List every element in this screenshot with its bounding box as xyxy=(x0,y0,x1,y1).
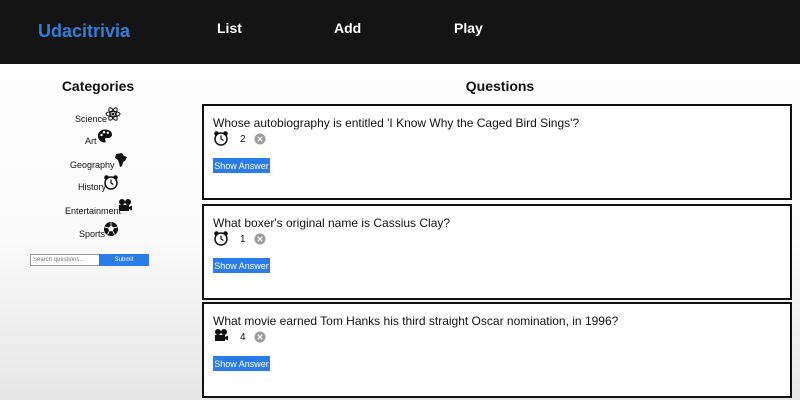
category-label: Art xyxy=(85,136,97,146)
questions-heading: Questions xyxy=(465,78,535,94)
category-label: Geography xyxy=(70,160,115,170)
delete-icon[interactable] xyxy=(254,331,266,343)
brand-logo[interactable]: Udacitrivia xyxy=(38,21,130,42)
category-item-entertainment[interactable]: Entertainment xyxy=(65,198,137,218)
nav-add-link[interactable]: Add xyxy=(334,20,361,36)
category-item-art[interactable]: Art xyxy=(85,128,115,148)
show-answer-button[interactable]: Show Answer xyxy=(213,158,270,173)
navbar: Udacitrivia List Add Play xyxy=(0,0,800,64)
category-item-geography[interactable]: Geography xyxy=(70,152,130,172)
nav-list-link[interactable]: List xyxy=(217,20,242,36)
category-label: Sports xyxy=(79,229,106,239)
show-answer-button[interactable]: Show Answer xyxy=(213,258,270,273)
soccer-ball-icon xyxy=(104,222,118,236)
alarm-clock-icon xyxy=(214,131,228,146)
question-card: What movie earned Tom Hanks his third st… xyxy=(202,302,792,398)
delete-icon[interactable] xyxy=(254,133,266,145)
category-label: History xyxy=(78,182,107,192)
search-submit-button[interactable]: Submit xyxy=(99,254,149,266)
search-input[interactable] xyxy=(30,254,100,266)
delete-icon[interactable] xyxy=(254,233,266,245)
question-card: What boxer's original name is Cassius Cl… xyxy=(202,204,792,300)
alarm-clock-icon xyxy=(104,175,118,190)
category-item-sports[interactable]: Sports xyxy=(79,221,121,241)
show-answer-button[interactable]: Show Answer xyxy=(213,356,270,371)
category-label: Science xyxy=(75,114,108,124)
category-item-history[interactable]: History xyxy=(78,174,122,194)
difficulty-value: 2 xyxy=(240,134,246,145)
question-text: What boxer's original name is Cassius Cl… xyxy=(213,216,451,230)
film-camera-icon xyxy=(215,329,228,341)
difficulty-value: 4 xyxy=(240,332,246,343)
question-card: Whose autobiography is entitled 'I Know … xyxy=(202,104,792,200)
nav-play-link[interactable]: Play xyxy=(454,20,483,36)
category-item-science[interactable]: Science xyxy=(75,106,125,126)
question-text: Whose autobiography is entitled 'I Know … xyxy=(213,116,580,130)
difficulty-value: 1 xyxy=(240,234,246,245)
africa-map-icon xyxy=(115,153,127,167)
categories-heading: Categories xyxy=(61,78,135,94)
category-label: Entertainment xyxy=(65,206,122,216)
film-camera-icon xyxy=(119,199,132,211)
atom-icon xyxy=(105,107,121,121)
palette-icon xyxy=(98,129,112,143)
question-text: What movie earned Tom Hanks his third st… xyxy=(213,314,619,328)
alarm-clock-icon xyxy=(214,231,228,246)
